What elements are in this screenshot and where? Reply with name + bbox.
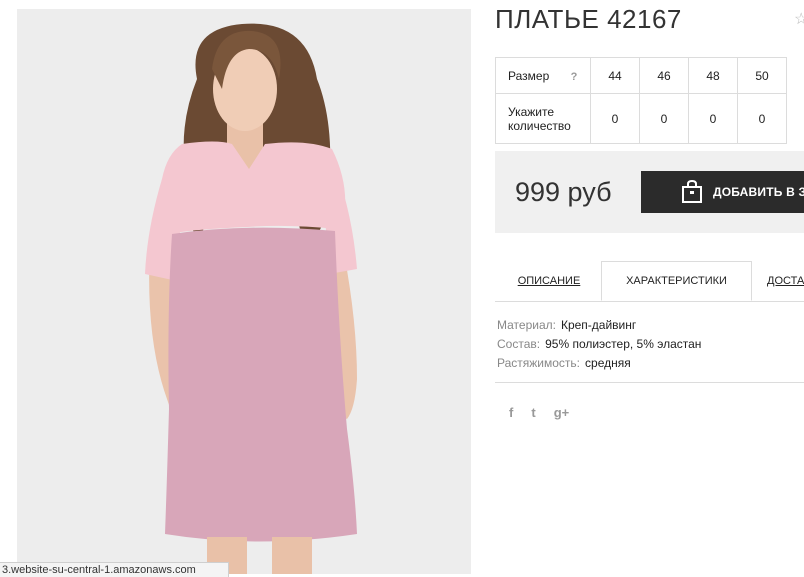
spec-value: 95% полиэстер, 5% эластан <box>545 337 702 351</box>
size-table: Размер ? 44 46 48 50 Укажите количество … <box>495 57 787 144</box>
product-title: ПЛАТЬЕ 42167 <box>495 4 682 34</box>
quantity-input-50[interactable]: 0 <box>737 93 787 144</box>
browser-status-bar: 3.website-su-central-1.amazonaws.com <box>0 562 229 577</box>
price: 999 руб <box>515 177 612 207</box>
spec-value: Креп-дайвинг <box>560 318 637 332</box>
size-50[interactable]: 50 <box>737 57 787 94</box>
star-outline-icon[interactable]: ☆ <box>794 9 804 29</box>
spec-label: Состав: <box>497 337 541 351</box>
spec-row: Материал: Креп-дайвинг <box>497 316 701 335</box>
tab-description[interactable]: ОПИСАНИЕ <box>495 261 603 301</box>
shopping-bag-icon <box>682 179 702 203</box>
spec-row: Состав: 95% полиэстер, 5% эластан <box>497 335 701 354</box>
size-48[interactable]: 48 <box>688 57 738 94</box>
purchase-box: 999 руб ДОБАВИТЬ В ЗАКАЗ <box>495 151 804 233</box>
add-to-order-label: ДОБАВИТЬ В ЗАКАЗ <box>713 185 804 199</box>
size-header-label: Размер <box>508 68 550 83</box>
tab-delivery[interactable]: ДОСТАВКА <box>767 261 804 301</box>
spec-row: Растяжимость: средняя <box>497 354 701 373</box>
specs-list: Материал: Креп-дайвинг Состав: 95% полиэст… <box>497 316 701 373</box>
status-url: 3.website-su-central-1.amazonaws.com <box>2 564 196 576</box>
google-plus-icon[interactable]: g+ <box>554 405 570 420</box>
product-tabs: ОПИСАНИЕ ХАРАКТЕРИСТИКИ ДОСТАВКА <box>495 261 804 302</box>
quantity-input-48[interactable]: 0 <box>688 93 738 144</box>
facebook-icon[interactable]: f <box>509 405 513 420</box>
size-46[interactable]: 46 <box>639 57 689 94</box>
model-illustration <box>17 9 471 574</box>
quantity-row: Укажите количество 0 0 0 0 <box>495 93 787 144</box>
spec-label: Растяжимость: <box>497 356 581 370</box>
quantity-label: Укажите количество <box>495 93 591 144</box>
twitter-icon[interactable]: t <box>531 405 535 420</box>
social-share: f t g+ <box>509 405 569 420</box>
quantity-input-44[interactable]: 0 <box>590 93 640 144</box>
help-icon[interactable]: ? <box>571 71 578 83</box>
quantity-input-46[interactable]: 0 <box>639 93 689 144</box>
spec-label: Материал: <box>497 318 556 332</box>
product-photo[interactable] <box>17 9 471 574</box>
add-to-order-button[interactable]: ДОБАВИТЬ В ЗАКАЗ <box>641 171 804 213</box>
tab-characteristics[interactable]: ХАРАКТЕРИСТИКИ <box>601 261 752 301</box>
spec-value: средняя <box>585 356 631 370</box>
divider <box>495 382 804 383</box>
size-header-cell: Размер ? <box>495 57 591 94</box>
size-44[interactable]: 44 <box>590 57 640 94</box>
size-row: Размер ? 44 46 48 50 <box>495 57 787 94</box>
